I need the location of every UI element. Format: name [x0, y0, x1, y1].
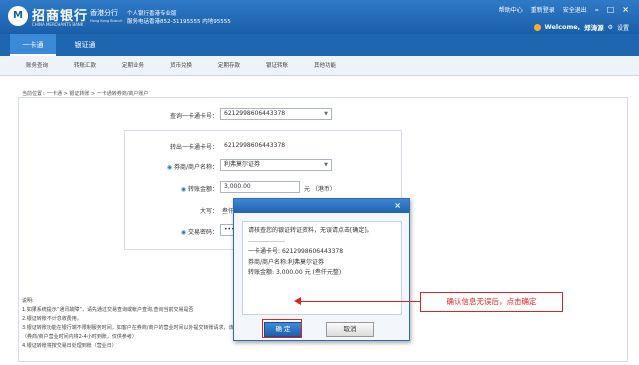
chevron-down-icon: ▼: [324, 111, 328, 117]
password-label: ◉ 交易密码：: [140, 227, 218, 236]
close-icon[interactable]: ×: [394, 201, 401, 210]
dialog-divider: -------------------------------: [248, 237, 285, 245]
relogin-link[interactable]: 重新登录: [531, 5, 555, 14]
top-links: 帮助中心 重新登录 安全退出 – □ ×: [499, 5, 629, 14]
required-bullet-icon: ◉: [166, 164, 174, 171]
submenu-item-other[interactable]: 其他功能: [314, 56, 336, 76]
amount-label-text: 转账金额：: [187, 186, 218, 193]
dialog-broker-row: 券商/商户名称:利弗莫尔证券: [248, 258, 396, 269]
amount-unit: 元 （港币）: [304, 186, 336, 193]
password-label-text: 交易密码：: [187, 229, 218, 236]
dialog-card-row: 一卡通卡号: 6212998606443378: [248, 247, 396, 258]
bank-name-en: CHINA MERCHANTS BANK: [32, 22, 84, 27]
broker-label: ◉ 券商/商户名称：: [132, 162, 218, 171]
confirm-dialog: × 请核查您的银证转证资料，无误请点击[确定]。 ---------------…: [233, 198, 410, 341]
dialog-card-label: 一卡通卡号:: [248, 248, 281, 255]
user-badge-icon: [533, 23, 541, 31]
query-card-select[interactable]: 6212998606443378 ▼: [220, 108, 332, 120]
amount-input[interactable]: 3,000.00: [220, 181, 300, 193]
welcome-area: Welcome, 郑涛源 ⚙ 设置: [533, 22, 629, 32]
breadcrumb: 当前位置：一卡通 > 银证转账 > 一卡通转券商/商户账户: [22, 91, 149, 97]
maximize-button[interactable]: □: [607, 5, 615, 14]
tab-yikatong[interactable]: 一卡通: [10, 34, 56, 56]
broker-select[interactable]: 利弗莫尔证券 ▼: [220, 159, 332, 171]
logout-link[interactable]: 安全退出: [563, 5, 587, 14]
app-header: M 招商银行 CHINA MERCHANTS BANK 香港分行 Hong Ko…: [0, 0, 639, 34]
out-card-label: 转出一卡通卡号：: [169, 144, 218, 151]
welcome-text: Welcome,: [544, 23, 581, 31]
callout-note: 确认信息无误后，点击确定: [420, 292, 563, 312]
tab-yinzhengtong[interactable]: 银证通: [62, 34, 108, 56]
dialog-instruction: 请核查您的银证转证资料，无误请点击[确定]。: [248, 227, 373, 234]
dialog-broker-value: 利弗莫尔证券: [288, 258, 325, 266]
dialog-broker-label: 券商/商户名称:: [248, 258, 289, 266]
out-card-value: 6212998606443378: [224, 142, 286, 149]
branch-name: 香港分行: [90, 9, 118, 17]
submenu-item-account-query[interactable]: 账务查询: [26, 56, 48, 76]
submenu-item-exchange[interactable]: 货币兑换: [170, 56, 192, 76]
dialog-amount-value: 3,000.00 元 (叁仟元整): [275, 269, 342, 276]
minimize-button[interactable]: –: [595, 5, 599, 14]
submenu-item-transfer[interactable]: 转账汇款: [74, 56, 96, 76]
confirm-highlight-box: [262, 319, 302, 338]
edition-label: 个人银行香港专业版: [127, 11, 177, 17]
gear-icon[interactable]: ⚙: [608, 24, 613, 31]
required-bullet-icon: ◉: [180, 186, 188, 193]
dialog-titlebar: ×: [234, 199, 409, 213]
broker-value: 利弗莫尔证券: [224, 161, 261, 168]
query-card-value: 6212998606443378: [224, 110, 286, 117]
upper-amount-label: 大写：: [199, 208, 218, 215]
edition-info: 个人银行香港专业版 服务电话香港852-31195555 内地95555: [127, 10, 231, 26]
close-window-button[interactable]: ×: [622, 5, 629, 14]
submenu-item-bank-securities[interactable]: 银证转账: [266, 56, 288, 76]
dialog-amount-label: 转账金额:: [248, 269, 275, 276]
required-bullet-icon: ◉: [180, 229, 188, 236]
cancel-button[interactable]: 取消: [326, 322, 374, 337]
sub-menu: 账务查询 转账汇款 定期业务 货币兑换 定期存款 银证转账 其他功能: [0, 56, 639, 76]
arrow-left-icon: [294, 297, 301, 305]
service-line: 服务电话香港852-31195555 内地95555: [127, 19, 231, 25]
amount-label: ◉ 转账金额：: [140, 184, 218, 193]
help-link[interactable]: 帮助中心: [499, 5, 523, 14]
bank-logo-icon: M: [8, 6, 28, 26]
dialog-amount-row: 转账金额: 3,000.00 元 (叁仟元整): [248, 268, 396, 279]
broker-label-text: 券商/商户名称：: [173, 164, 218, 171]
chevron-down-icon: ▼: [324, 162, 328, 168]
submenu-item-deposit[interactable]: 定期存款: [218, 56, 240, 76]
dialog-card-value: 6212998606443378: [281, 248, 344, 255]
callout-arrow-line: [300, 301, 420, 302]
user-name: 郑涛源: [584, 24, 604, 32]
submenu-item-fixed[interactable]: 定期业务: [122, 56, 144, 76]
main-tabs: 一卡通 银证通: [0, 34, 639, 56]
branch-name-en: Hong Kong Branch: [90, 19, 123, 23]
settings-link[interactable]: 设置: [617, 23, 629, 32]
note-line: 4.银证转账将按交易日处理到账（营业日）: [22, 343, 117, 349]
query-card-label: 查询一卡通卡号：: [169, 113, 218, 120]
